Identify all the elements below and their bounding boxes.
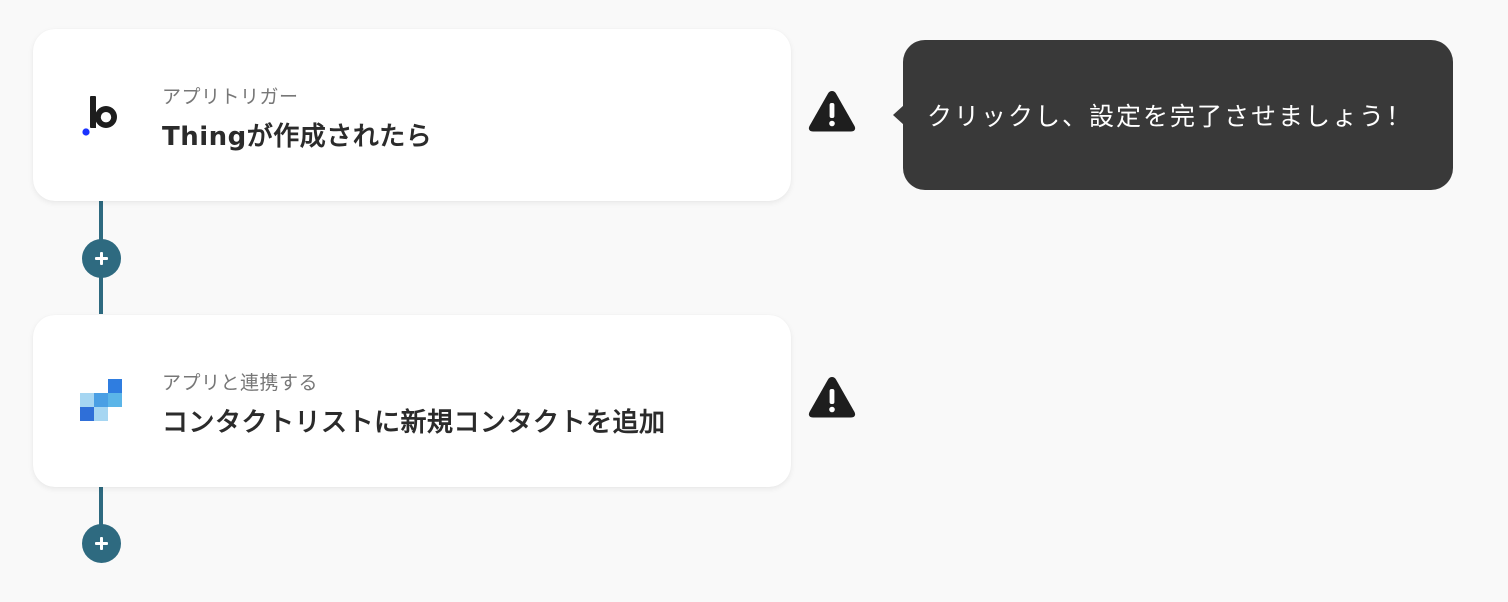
step-title: コンタクトリストに新規コンタクトを追加	[162, 408, 666, 438]
blue-squares-app-icon	[80, 379, 122, 421]
trigger-step-card[interactable]: アプリトリガー Thingが作成されたら	[33, 29, 791, 201]
action-step-card[interactable]: アプリと連携する コンタクトリストに新規コンタクトを追加	[33, 315, 791, 487]
tooltip-text: クリックし、設定を完了させましょう！	[927, 102, 1414, 131]
warning-icon[interactable]	[807, 374, 857, 420]
step-type-label: アプリと連携する	[162, 372, 319, 394]
add-step-button[interactable]	[82, 239, 121, 278]
setup-hint-tooltip: クリックし、設定を完了させましょう！	[893, 40, 1453, 190]
step-type-label: アプリトリガー	[162, 86, 299, 108]
bubble-b-logo-icon	[82, 96, 117, 136]
step-title: Thingが作成されたら	[162, 122, 433, 152]
warning-icon[interactable]	[807, 88, 857, 134]
add-step-button[interactable]	[82, 524, 121, 563]
